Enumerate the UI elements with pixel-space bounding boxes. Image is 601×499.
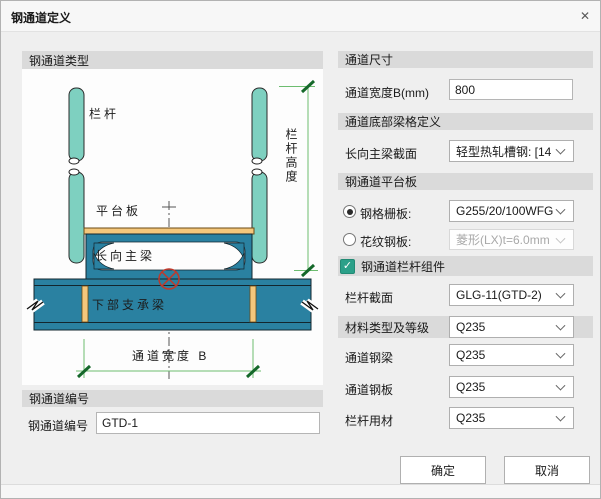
railing-label: 栏杆 — [89, 105, 119, 122]
radio-dot-icon — [347, 209, 353, 215]
dropdown-value: GLG-11(GTD-2) — [456, 288, 542, 302]
section-header-passage-size: 通道尺寸 — [338, 51, 593, 68]
section-header-bottom-grid: 通道底部梁格定义 — [338, 113, 593, 130]
railing-post-right-top — [252, 88, 267, 161]
walkway-number-label: 钢通道编号 — [28, 417, 88, 434]
passage-width-input[interactable] — [449, 79, 573, 100]
steel-walkway-definition-dialog: 钢通道定义 ✕ 钢通道类型 — [0, 0, 601, 499]
railing-section-dropdown[interactable]: GLG-11(GTD-2) — [449, 284, 574, 306]
grating-type-dropdown[interactable]: G255/20/100WFG — [449, 200, 574, 222]
section-header-railing-assembly: 钢通道栏杆组件 — [338, 256, 593, 276]
dropdown-value: 菱形(LX)t=6.0mm — [456, 231, 550, 248]
walkway-number-input[interactable] — [96, 412, 320, 434]
ok-button[interactable]: 确定 — [400, 456, 486, 484]
railing-material-label: 栏杆用材 — [345, 412, 393, 429]
dropdown-value: G255/20/100WFG — [456, 204, 553, 218]
railing-material-dropdown[interactable]: Q235 — [449, 407, 574, 429]
group-header-walkway-type: 钢通道类型 — [22, 51, 323, 69]
title-bar: 钢通道定义 ✕ — [1, 1, 600, 32]
railing-post-left-top — [69, 88, 84, 161]
post-break-symbol — [69, 169, 79, 175]
section-header-platform-plate: 钢通道平台板 — [338, 173, 593, 190]
plate-material-label: 通道钢板 — [345, 381, 393, 398]
checkered-plate-dropdown: 菱形(LX)t=6.0mm — [449, 229, 574, 250]
chevron-down-icon — [556, 205, 566, 215]
grating-radio-label[interactable]: 钢格栅板: — [360, 205, 411, 222]
dialog-bottom-strip — [1, 484, 600, 499]
chevron-down-icon — [556, 145, 566, 155]
material-grade-dropdown[interactable]: Q235 — [449, 316, 574, 338]
chevron-down-icon — [556, 321, 566, 331]
railing-section-label: 栏杆截面 — [345, 289, 393, 306]
dropdown-value: Q235 — [456, 411, 485, 425]
passage-width-label: 通道宽度 B — [132, 347, 209, 364]
stiffener-right — [250, 286, 256, 322]
close-icon[interactable]: ✕ — [580, 9, 590, 23]
main-beam-section-dropdown[interactable]: 轻型热轧槽钢: [14 — [449, 140, 574, 162]
railing-post-right-bottom — [252, 172, 267, 263]
cancel-button[interactable]: 取消 — [504, 456, 590, 484]
chevron-down-icon — [556, 349, 566, 359]
walkway-diagram-canvas — [22, 69, 323, 385]
passage-width-field-label: 通道宽度B(mm) — [345, 84, 429, 101]
post-break-symbol — [252, 169, 262, 175]
platform-plate-shape — [84, 228, 254, 234]
plate-material-dropdown[interactable]: Q235 — [449, 376, 574, 398]
checkered-plate-radio-label[interactable]: 花纹钢板: — [360, 233, 411, 250]
platform-plate-label: 平台板 — [96, 202, 141, 219]
dialog-title: 钢通道定义 — [11, 9, 71, 26]
main-beam-section-label: 长向主梁截面 — [345, 145, 417, 162]
dropdown-value: Q235 — [456, 380, 485, 394]
railing-height-label: 栏杆高度 — [283, 128, 300, 184]
dropdown-value: Q235 — [456, 320, 485, 334]
chevron-down-icon — [556, 381, 566, 391]
grating-radio[interactable] — [343, 205, 356, 218]
support-beam-label: 下部支承梁 — [92, 296, 167, 313]
chevron-down-icon — [556, 289, 566, 299]
beam-material-label: 通道钢梁 — [345, 349, 393, 366]
group-header-walkway-number: 钢通道编号 — [22, 390, 323, 407]
railing-assembly-checkbox[interactable]: ✓ — [340, 259, 355, 274]
chevron-down-icon — [556, 233, 566, 243]
chevron-down-icon — [556, 412, 566, 422]
main-beam-label: 长向主梁 — [95, 247, 155, 264]
stiffener-left — [82, 286, 88, 322]
beam-material-dropdown[interactable]: Q235 — [449, 344, 574, 366]
checkered-plate-radio[interactable] — [343, 233, 356, 246]
walkway-cross-section-diagram — [22, 69, 323, 385]
dropdown-value: Q235 — [456, 348, 485, 362]
post-break-symbol — [69, 158, 79, 164]
railing-post-left-bottom — [69, 172, 84, 263]
dropdown-value: 轻型热轧槽钢: [14 — [456, 143, 551, 160]
post-break-symbol — [252, 158, 262, 164]
